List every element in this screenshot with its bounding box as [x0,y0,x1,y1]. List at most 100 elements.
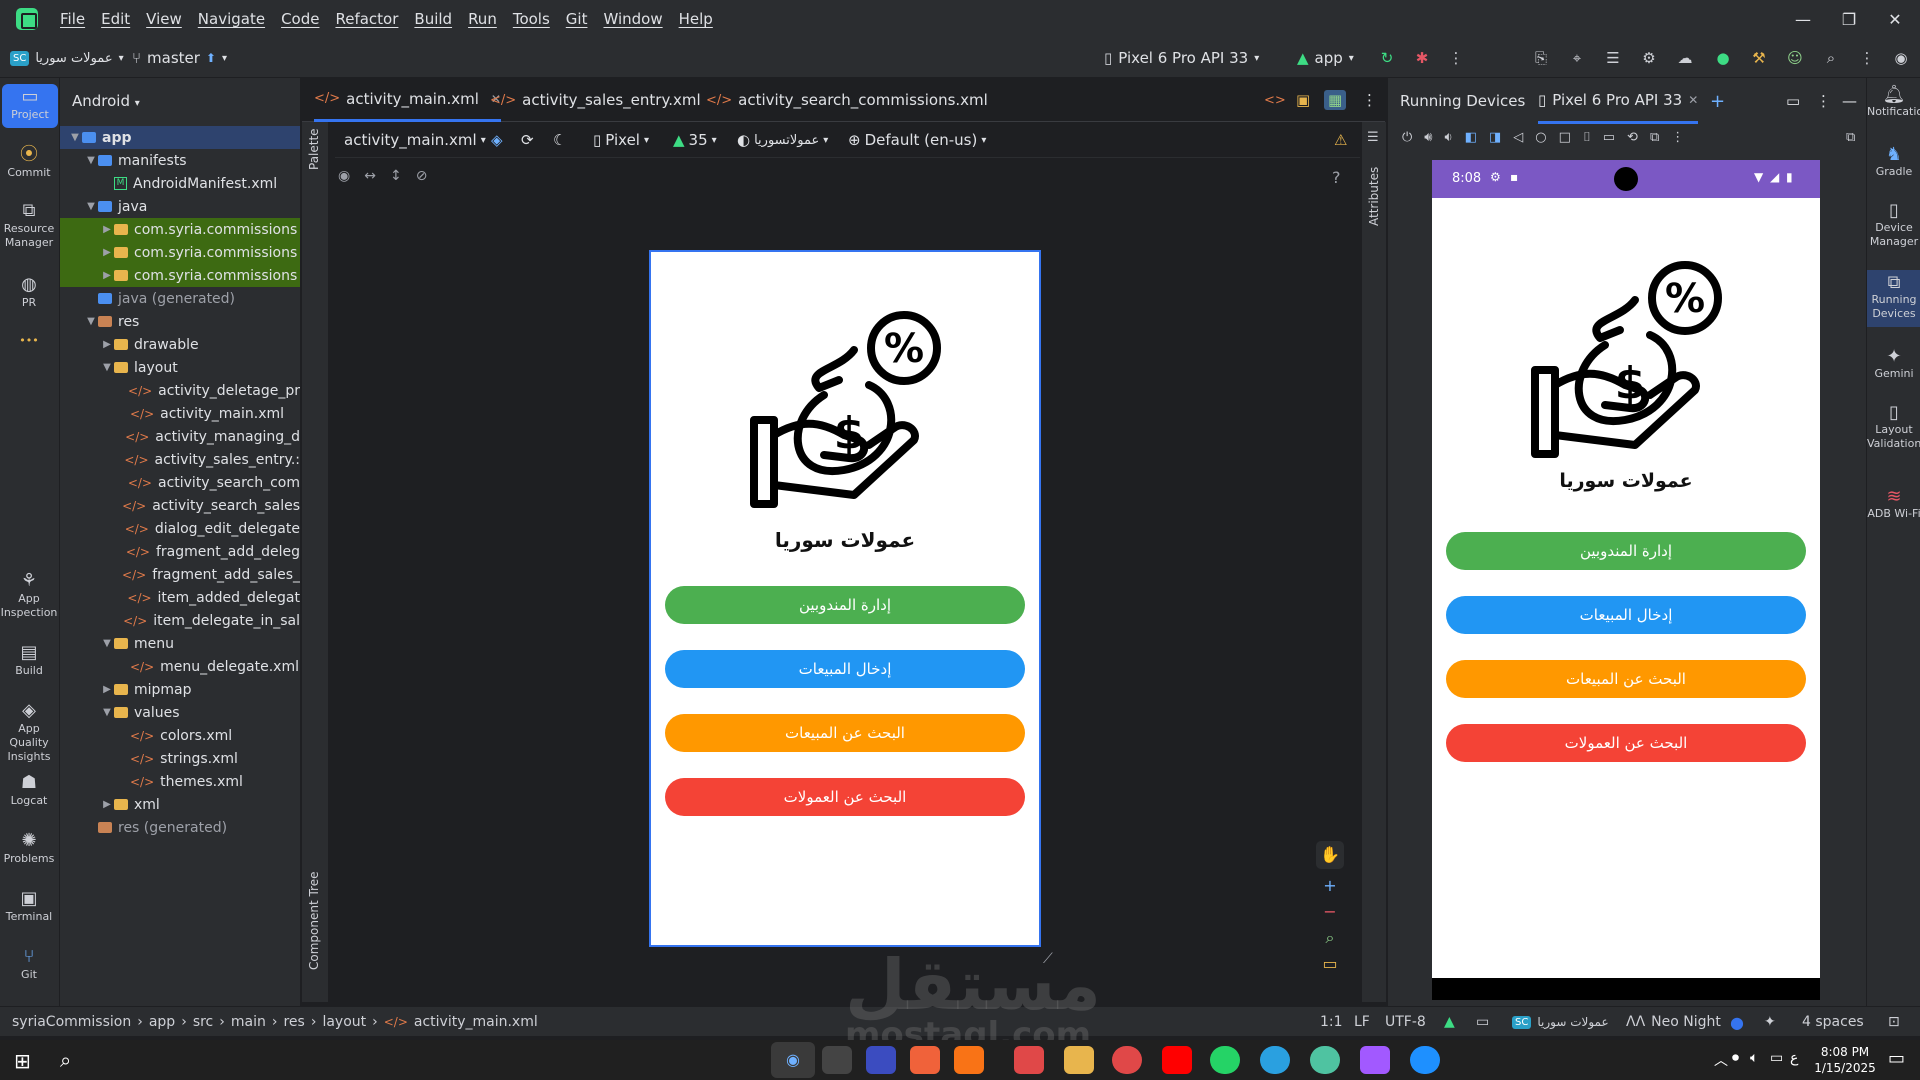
chevron-right-icon[interactable]: ▶ [100,799,114,810]
chevron-down-icon[interactable]: ▼ [84,155,98,166]
warning-icon[interactable]: ⚠ [1334,122,1347,158]
breadcrumb-item[interactable]: layout [322,1014,366,1030]
more-tools-icon[interactable]: ••• [0,334,58,348]
search-sales-button[interactable]: البحث عن المبيعات [665,714,1025,752]
menu-help[interactable]: Help [671,10,721,28]
input-language[interactable]: ع [1790,1050,1798,1066]
design-blueprint-icon[interactable]: ◈ [491,122,503,158]
chevron-down-icon[interactable]: ▼ [100,638,114,649]
chevron-right-icon[interactable]: ▶ [100,224,114,235]
zoom-fit-icon[interactable]: ⌕ [1316,924,1344,952]
close-icon[interactable]: ✕ [1870,0,1920,38]
tool-device-manager[interactable]: ▯ Device Manager [1867,202,1920,249]
tool-running-devices[interactable]: ⧉ Running Devices [1867,270,1920,327]
tree-item[interactable]: </> menu_delegate.xml [60,655,300,678]
app-taskbar-icon[interactable] [822,1046,852,1074]
microphone-icon[interactable]: ⏺ [1732,1050,1739,1066]
windows-start-icon[interactable]: ⊞ [14,1049,31,1073]
menu-view[interactable]: View [138,10,190,28]
status-dot-icon[interactable]: ● [1714,49,1732,67]
tool-notifications[interactable]: 🔔︎Notifications [1867,86,1920,119]
search-sales-button[interactable]: البحث عن المبيعات [1446,660,1806,698]
breadcrumb-item[interactable]: src [193,1014,213,1030]
tab-activity-main[interactable]: </> activity_main.xml ✕ [314,78,501,122]
caret-position[interactable]: 1:1 [1320,1007,1343,1037]
menu-edit[interactable]: Edit [93,10,138,28]
code-view-icon[interactable]: <> [1264,78,1286,122]
tree-item[interactable]: ▶ com.syria.commissions [60,264,300,287]
debug-icon[interactable]: ✱ [1413,49,1431,67]
tree-item[interactable]: ▶ drawable [60,333,300,356]
tree-item[interactable]: ▼ java [60,195,300,218]
tree-item[interactable]: </> themes.xml [60,770,300,793]
horizontal-arrows-icon[interactable]: ↔ [364,168,376,184]
tree-item[interactable]: </> activity_sales_entry.: [60,448,300,471]
flowchart-taskbar-icon[interactable] [1014,1046,1044,1074]
speaker-icon[interactable]: 🔈︎ [1750,1050,1758,1066]
zoom-in-icon[interactable]: + [1316,872,1344,900]
sales-entry-button[interactable]: إدخال المبيعات [1446,596,1806,634]
power-icon[interactable]: ⏻ [1402,130,1412,145]
chevron-down-icon[interactable]: ▼ [84,201,98,212]
figma-taskbar-icon[interactable] [1360,1046,1390,1074]
chrome-taskbar-icon[interactable] [1112,1046,1142,1074]
tool-app-inspection[interactable]: ⚘ App Inspection [0,572,58,620]
attributes-label[interactable]: Attributes [1367,167,1381,226]
hide-panel-icon[interactable]: — [1842,78,1857,124]
snapshot-icon[interactable]: ⟲ [1627,130,1638,145]
avatar-icon[interactable]: ◉ [1892,49,1910,67]
device-mirror-icon[interactable]: ⌖ [1568,49,1586,67]
hammer-icon[interactable]: ⚒ [1750,49,1768,67]
cloud-icon[interactable]: ☁ [1676,49,1694,67]
tree-item[interactable]: </> activity_main.xml [60,402,300,425]
back-icon[interactable]: ◁ [1513,130,1523,145]
chevron-right-icon[interactable]: ▶ [100,247,114,258]
android-studio-taskbar-icon[interactable]: ◉ [771,1042,815,1078]
run-config-selector[interactable]: ▲ app ▾ [1297,38,1354,78]
breadcrumb-item[interactable]: syriaCommission [12,1014,131,1030]
tool-pr[interactable]: ◍ PR [0,276,58,310]
project-status[interactable]: SC عمولات سوريا [1512,1007,1609,1037]
tree-item[interactable]: </> fragment_add_sales_ [60,563,300,586]
tree-item[interactable]: res (generated) [60,816,300,839]
chevron-down-icon[interactable]: ▼ [68,132,82,143]
sparkle-icon[interactable]: ✦ [1764,1007,1776,1037]
menu-navigate[interactable]: Navigate [190,10,273,28]
menu-code[interactable]: Code [273,10,327,28]
tree-item[interactable]: ▼ manifests [60,149,300,172]
gemini-bot-icon[interactable]: ☺ [1786,49,1804,67]
file-encoding[interactable]: UTF-8 [1385,1007,1426,1037]
telegram-taskbar-icon[interactable] [1260,1046,1290,1074]
line-separator[interactable]: LF [1354,1007,1370,1037]
apply-changes-icon[interactable]: ↻ [1378,49,1396,67]
notification-center-icon[interactable]: ▭ [1888,1048,1905,1069]
tree-item[interactable]: ▼ app [60,126,300,149]
close-tab-icon[interactable]: ✕ [1688,93,1698,107]
menu-file[interactable]: File [52,10,93,28]
project-selector[interactable]: SC عمولات سوريا ▾ [10,38,124,78]
tree-item[interactable]: ▼ res [60,310,300,333]
theme-selector[interactable]: ◐ عمولاتسوريا ▾ [737,122,828,158]
search-icon[interactable]: ⌕ [60,1048,71,1072]
volume-down-icon[interactable]: 🔉︎ [1445,130,1453,145]
tool-terminal[interactable]: ▣ Terminal [0,890,58,924]
pan-hand-icon[interactable]: ✋ [1316,841,1344,869]
tree-item[interactable]: ▶ xml [60,793,300,816]
network-icon[interactable]: ▭ [1770,1050,1783,1066]
blue-dot-icon[interactable]: ● [1730,1007,1744,1037]
tool-adb-wifi[interactable]: ≋ ADB Wi-Fi [1867,488,1920,521]
rotate-right-icon[interactable]: ◨ [1489,130,1501,145]
api-selector[interactable]: ▲ 35 ▾ [673,122,717,158]
youtube-taskbar-icon[interactable] [1162,1046,1192,1074]
manage-delegates-button[interactable]: إدارة المندوبين [665,586,1025,624]
tree-item[interactable]: ▼ layout [60,356,300,379]
mirror-settings-icon[interactable]: ⧉ [1846,130,1855,145]
indent-setting[interactable]: 4 spaces [1802,1007,1864,1037]
breadcrumb-item[interactable]: main [231,1014,266,1030]
tray-chevron-icon[interactable]: ︿ [1714,1050,1728,1070]
edge-taskbar-icon[interactable] [1410,1046,1440,1074]
lock-icon[interactable]: ⊡ [1888,1007,1900,1037]
layout-icon[interactable]: ▭ [1786,78,1800,124]
tree-item[interactable]: </> strings.xml [60,747,300,770]
overview-icon[interactable]: □ [1559,130,1571,145]
